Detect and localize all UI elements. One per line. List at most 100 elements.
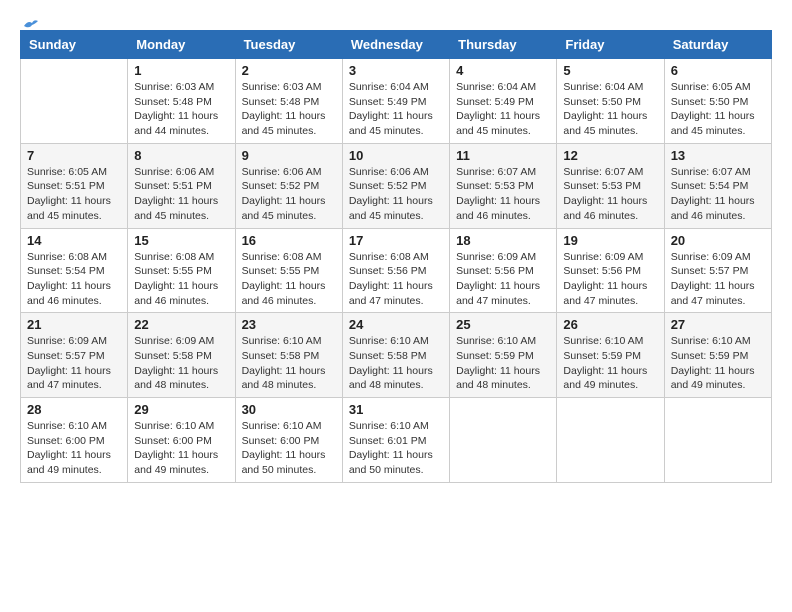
- sunset-label: Sunset: 5:52 PM: [349, 180, 427, 192]
- day-number: 17: [349, 233, 443, 248]
- daylight-label: Daylight: 11 hours and 45 minutes.: [349, 110, 433, 137]
- calendar-week-row: 7 Sunrise: 6:05 AM Sunset: 5:51 PM Dayli…: [21, 143, 772, 228]
- sunset-label: Sunset: 5:59 PM: [456, 350, 534, 362]
- sunset-label: Sunset: 5:51 PM: [27, 180, 105, 192]
- calendar-cell: 28 Sunrise: 6:10 AM Sunset: 6:00 PM Dayl…: [21, 398, 128, 483]
- sunset-label: Sunset: 5:49 PM: [349, 96, 427, 108]
- weekday-header: Thursday: [450, 31, 557, 59]
- calendar-cell: 24 Sunrise: 6:10 AM Sunset: 5:58 PM Dayl…: [342, 313, 449, 398]
- sunrise-label: Sunrise: 6:04 AM: [563, 81, 643, 93]
- day-number: 24: [349, 317, 443, 332]
- sunset-label: Sunset: 5:55 PM: [134, 265, 212, 277]
- day-number: 7: [27, 148, 121, 163]
- sunrise-label: Sunrise: 6:10 AM: [27, 420, 107, 432]
- daylight-label: Daylight: 11 hours and 47 minutes.: [563, 280, 647, 307]
- day-info: Sunrise: 6:09 AM Sunset: 5:57 PM Dayligh…: [27, 334, 121, 393]
- sunset-label: Sunset: 5:54 PM: [27, 265, 105, 277]
- sunrise-label: Sunrise: 6:09 AM: [134, 335, 214, 347]
- day-info: Sunrise: 6:05 AM Sunset: 5:51 PM Dayligh…: [27, 165, 121, 224]
- calendar-cell: 2 Sunrise: 6:03 AM Sunset: 5:48 PM Dayli…: [235, 59, 342, 144]
- day-number: 2: [242, 63, 336, 78]
- calendar-week-row: 14 Sunrise: 6:08 AM Sunset: 5:54 PM Dayl…: [21, 228, 772, 313]
- sunrise-label: Sunrise: 6:03 AM: [134, 81, 214, 93]
- calendar-cell: 23 Sunrise: 6:10 AM Sunset: 5:58 PM Dayl…: [235, 313, 342, 398]
- day-info: Sunrise: 6:09 AM Sunset: 5:56 PM Dayligh…: [456, 250, 550, 309]
- sunrise-label: Sunrise: 6:10 AM: [134, 420, 214, 432]
- weekday-header: Saturday: [664, 31, 771, 59]
- sunrise-label: Sunrise: 6:04 AM: [456, 81, 536, 93]
- sunset-label: Sunset: 5:52 PM: [242, 180, 320, 192]
- daylight-label: Daylight: 11 hours and 45 minutes.: [456, 110, 540, 137]
- calendar-cell: 19 Sunrise: 6:09 AM Sunset: 5:56 PM Dayl…: [557, 228, 664, 313]
- day-info: Sunrise: 6:09 AM Sunset: 5:56 PM Dayligh…: [563, 250, 657, 309]
- day-info: Sunrise: 6:10 AM Sunset: 5:58 PM Dayligh…: [349, 334, 443, 393]
- day-number: 14: [27, 233, 121, 248]
- day-info: Sunrise: 6:09 AM Sunset: 5:57 PM Dayligh…: [671, 250, 765, 309]
- sunset-label: Sunset: 5:58 PM: [134, 350, 212, 362]
- sunrise-label: Sunrise: 6:10 AM: [671, 335, 751, 347]
- sunset-label: Sunset: 5:51 PM: [134, 180, 212, 192]
- sunset-label: Sunset: 5:58 PM: [349, 350, 427, 362]
- day-info: Sunrise: 6:06 AM Sunset: 5:51 PM Dayligh…: [134, 165, 228, 224]
- calendar-cell: [557, 398, 664, 483]
- day-info: Sunrise: 6:09 AM Sunset: 5:58 PM Dayligh…: [134, 334, 228, 393]
- daylight-label: Daylight: 11 hours and 44 minutes.: [134, 110, 218, 137]
- sunset-label: Sunset: 5:53 PM: [563, 180, 641, 192]
- calendar-cell: 5 Sunrise: 6:04 AM Sunset: 5:50 PM Dayli…: [557, 59, 664, 144]
- weekday-row: SundayMondayTuesdayWednesdayThursdayFrid…: [21, 31, 772, 59]
- sunset-label: Sunset: 5:57 PM: [671, 265, 749, 277]
- daylight-label: Daylight: 11 hours and 49 minutes.: [563, 365, 647, 392]
- day-info: Sunrise: 6:08 AM Sunset: 5:55 PM Dayligh…: [134, 250, 228, 309]
- calendar-cell: 29 Sunrise: 6:10 AM Sunset: 6:00 PM Dayl…: [128, 398, 235, 483]
- day-number: 10: [349, 148, 443, 163]
- daylight-label: Daylight: 11 hours and 46 minutes.: [242, 280, 326, 307]
- sunset-label: Sunset: 5:48 PM: [134, 96, 212, 108]
- day-info: Sunrise: 6:10 AM Sunset: 6:01 PM Dayligh…: [349, 419, 443, 478]
- weekday-header: Monday: [128, 31, 235, 59]
- sunrise-label: Sunrise: 6:05 AM: [671, 81, 751, 93]
- sunset-label: Sunset: 5:48 PM: [242, 96, 320, 108]
- sunset-label: Sunset: 6:00 PM: [27, 435, 105, 447]
- day-info: Sunrise: 6:10 AM Sunset: 6:00 PM Dayligh…: [134, 419, 228, 478]
- daylight-label: Daylight: 11 hours and 45 minutes.: [242, 195, 326, 222]
- sunrise-label: Sunrise: 6:07 AM: [563, 166, 643, 178]
- sunrise-label: Sunrise: 6:04 AM: [349, 81, 429, 93]
- sunrise-label: Sunrise: 6:10 AM: [349, 335, 429, 347]
- calendar-cell: [664, 398, 771, 483]
- day-info: Sunrise: 6:07 AM Sunset: 5:54 PM Dayligh…: [671, 165, 765, 224]
- calendar-cell: 1 Sunrise: 6:03 AM Sunset: 5:48 PM Dayli…: [128, 59, 235, 144]
- sunset-label: Sunset: 5:56 PM: [349, 265, 427, 277]
- sunrise-label: Sunrise: 6:09 AM: [563, 251, 643, 263]
- day-number: 30: [242, 402, 336, 417]
- daylight-label: Daylight: 11 hours and 45 minutes.: [27, 195, 111, 222]
- sunset-label: Sunset: 5:57 PM: [27, 350, 105, 362]
- calendar-cell: 31 Sunrise: 6:10 AM Sunset: 6:01 PM Dayl…: [342, 398, 449, 483]
- sunset-label: Sunset: 5:56 PM: [456, 265, 534, 277]
- daylight-label: Daylight: 11 hours and 50 minutes.: [242, 449, 326, 476]
- weekday-header: Friday: [557, 31, 664, 59]
- calendar-cell: 7 Sunrise: 6:05 AM Sunset: 5:51 PM Dayli…: [21, 143, 128, 228]
- calendar-cell: 4 Sunrise: 6:04 AM Sunset: 5:49 PM Dayli…: [450, 59, 557, 144]
- sunset-label: Sunset: 6:00 PM: [134, 435, 212, 447]
- calendar-header: SundayMondayTuesdayWednesdayThursdayFrid…: [21, 31, 772, 59]
- calendar-cell: [450, 398, 557, 483]
- sunrise-label: Sunrise: 6:09 AM: [27, 335, 107, 347]
- calendar-cell: 6 Sunrise: 6:05 AM Sunset: 5:50 PM Dayli…: [664, 59, 771, 144]
- daylight-label: Daylight: 11 hours and 49 minutes.: [27, 449, 111, 476]
- calendar-cell: 27 Sunrise: 6:10 AM Sunset: 5:59 PM Dayl…: [664, 313, 771, 398]
- sunrise-label: Sunrise: 6:08 AM: [134, 251, 214, 263]
- day-number: 8: [134, 148, 228, 163]
- day-info: Sunrise: 6:10 AM Sunset: 5:58 PM Dayligh…: [242, 334, 336, 393]
- daylight-label: Daylight: 11 hours and 46 minutes.: [134, 280, 218, 307]
- sunset-label: Sunset: 6:00 PM: [242, 435, 320, 447]
- day-number: 27: [671, 317, 765, 332]
- daylight-label: Daylight: 11 hours and 49 minutes.: [134, 449, 218, 476]
- daylight-label: Daylight: 11 hours and 46 minutes.: [27, 280, 111, 307]
- day-info: Sunrise: 6:10 AM Sunset: 5:59 PM Dayligh…: [563, 334, 657, 393]
- sunrise-label: Sunrise: 6:10 AM: [349, 420, 429, 432]
- sunset-label: Sunset: 5:50 PM: [563, 96, 641, 108]
- sunset-label: Sunset: 5:59 PM: [671, 350, 749, 362]
- calendar-cell: [21, 59, 128, 144]
- day-number: 26: [563, 317, 657, 332]
- day-info: Sunrise: 6:10 AM Sunset: 6:00 PM Dayligh…: [242, 419, 336, 478]
